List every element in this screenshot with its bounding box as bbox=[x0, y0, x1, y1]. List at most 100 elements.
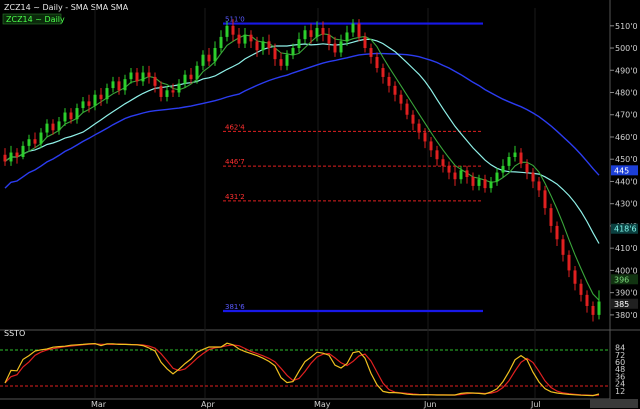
candle-body bbox=[399, 94, 403, 104]
price-value-tag-text: 418'6 bbox=[614, 225, 637, 234]
candle-body bbox=[225, 25, 229, 37]
candle-body bbox=[207, 54, 211, 62]
candle-body bbox=[3, 154, 7, 162]
price-tick-label: 500'0 bbox=[615, 44, 638, 53]
price-tick-label: 410'0 bbox=[615, 244, 638, 253]
candle-body bbox=[15, 152, 19, 157]
candle-body bbox=[87, 101, 91, 106]
candle-body bbox=[549, 208, 553, 226]
candle-body bbox=[45, 123, 49, 133]
candle-body bbox=[273, 48, 277, 60]
candle-body bbox=[591, 305, 595, 315]
candle-body bbox=[279, 59, 283, 66]
fib-level-label: 431'2 bbox=[225, 193, 245, 201]
candle-body bbox=[195, 65, 199, 80]
candle-body bbox=[63, 112, 67, 122]
candle-body bbox=[99, 94, 103, 100]
candle-body bbox=[585, 294, 589, 306]
candle-body bbox=[351, 23, 355, 33]
price-tick-label: 480'0 bbox=[615, 89, 638, 98]
candle-body bbox=[111, 81, 115, 89]
candle-body bbox=[213, 48, 217, 62]
month-tick-label: Jun bbox=[423, 400, 437, 409]
candle-body bbox=[561, 239, 565, 255]
candle-body bbox=[339, 41, 343, 53]
candle-body bbox=[75, 108, 79, 120]
candle-body bbox=[465, 170, 469, 178]
candle-body bbox=[477, 179, 481, 186]
legend-series-label: ZCZ14 ~ Daily bbox=[6, 15, 65, 24]
candle-body bbox=[537, 181, 541, 191]
price-tick-label: 460'0 bbox=[615, 133, 638, 142]
candle-body bbox=[285, 54, 289, 66]
candle-body bbox=[375, 56, 379, 69]
candle-body bbox=[483, 179, 487, 189]
candle-body bbox=[267, 41, 271, 49]
candle-body bbox=[147, 72, 151, 77]
ssto-tick-label: 12 bbox=[615, 387, 625, 396]
candle-body bbox=[429, 141, 433, 151]
candle-body bbox=[417, 123, 421, 133]
fib-level-label: 381'6 bbox=[225, 303, 245, 311]
candle-body bbox=[381, 68, 385, 77]
candle-body bbox=[387, 76, 391, 86]
candle-body bbox=[519, 152, 523, 164]
candle-body bbox=[567, 254, 571, 271]
month-tick-label: May bbox=[314, 400, 331, 409]
price-tick-label: 510'0 bbox=[615, 22, 638, 31]
candle-body bbox=[291, 48, 295, 55]
price-tick-label: 450'0 bbox=[615, 155, 638, 164]
price-tick-label: 470'0 bbox=[615, 111, 638, 120]
candle-body bbox=[303, 30, 307, 40]
candle-body bbox=[309, 30, 313, 37]
candle-body bbox=[261, 41, 265, 51]
candle-body bbox=[471, 177, 475, 186]
candle-body bbox=[159, 85, 163, 97]
candle-body bbox=[405, 103, 409, 115]
fib-level-label: 511'0 bbox=[225, 16, 245, 24]
candle-body bbox=[573, 270, 577, 284]
candle-body bbox=[183, 74, 187, 84]
candle-body bbox=[555, 225, 559, 240]
candle-body bbox=[525, 163, 529, 173]
chart-title: ZCZ14 ~ Daily - SMA SMA SMA bbox=[4, 3, 129, 12]
candle-body bbox=[153, 76, 157, 86]
candle-body bbox=[165, 90, 169, 97]
candle-body bbox=[315, 28, 319, 37]
candle-body bbox=[81, 101, 85, 109]
candle-body bbox=[105, 88, 109, 100]
price-tick-label: 390'0 bbox=[615, 289, 638, 298]
candle-body bbox=[21, 145, 25, 157]
candle-body bbox=[423, 132, 427, 142]
candle-body bbox=[249, 34, 253, 42]
candle-body bbox=[495, 172, 499, 182]
candle-body bbox=[447, 165, 451, 173]
price-chart[interactable]: ZCZ14 ~ Daily - SMA SMA SMA ZCZ14 ~ Daily… bbox=[0, 0, 640, 409]
candle-body bbox=[129, 72, 133, 80]
candle-body bbox=[543, 190, 547, 209]
price-tick-label: 490'0 bbox=[615, 66, 638, 75]
candle-body bbox=[345, 32, 349, 42]
candle-body bbox=[237, 34, 241, 44]
candle-body bbox=[51, 123, 55, 131]
candle-body bbox=[597, 301, 601, 315]
price-tick-label: 440'0 bbox=[615, 177, 638, 186]
price-value-tag-text: 396 bbox=[614, 275, 629, 284]
time-scroll-thumb[interactable] bbox=[590, 399, 638, 408]
chart-window: ZCZ14 ~ Daily - SMA SMA SMA ZCZ14 ~ Daily… bbox=[0, 0, 640, 409]
price-value-tag-text: 385 bbox=[614, 300, 629, 309]
candle-body bbox=[171, 90, 175, 93]
candle-body bbox=[141, 72, 145, 82]
candle-body bbox=[27, 139, 31, 146]
candle-body bbox=[219, 36, 223, 49]
price-tick-label: 400'0 bbox=[615, 266, 638, 275]
fib-level-label: 462'4 bbox=[225, 123, 245, 131]
candle-body bbox=[39, 132, 43, 144]
candle-body bbox=[369, 48, 373, 57]
candle-body bbox=[333, 43, 337, 53]
candle-body bbox=[135, 72, 139, 82]
candle-body bbox=[57, 121, 61, 131]
candle-body bbox=[189, 74, 193, 80]
candle-body bbox=[459, 170, 463, 180]
candle-body bbox=[393, 85, 397, 95]
